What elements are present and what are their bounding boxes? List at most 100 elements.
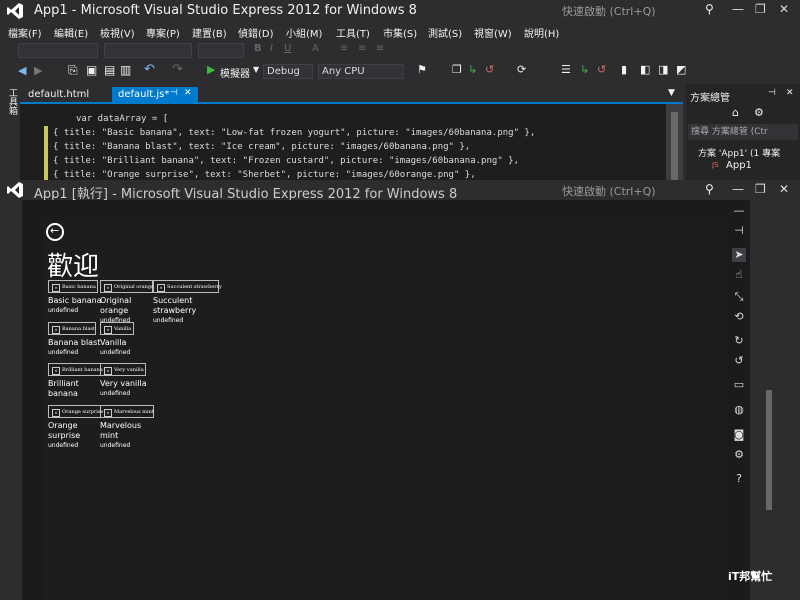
item-title: Marvelous mint [100, 421, 142, 440]
italic-icon[interactable]: I [270, 43, 273, 54]
quick-launch-input[interactable]: 快速啟動 (Ctrl+Q) [562, 3, 717, 19]
back-nav-icon[interactable]: ◀ [18, 64, 26, 77]
platform-combo[interactable]: Any CPU [318, 64, 404, 79]
align-center-icon[interactable]: ≡ [358, 43, 366, 54]
configuration-combo[interactable]: Debug [263, 64, 313, 79]
bookmark-next-icon[interactable]: ◨ [658, 63, 668, 76]
rotation-touch-icon[interactable]: ⟲ [732, 310, 746, 324]
editor-scrollbar[interactable] [666, 104, 683, 180]
rotate-clockwise-icon[interactable]: ↻ [732, 334, 746, 348]
comment-icon[interactable]: ☰ [561, 63, 571, 76]
save-icon[interactable]: ▤ [104, 63, 115, 77]
close-button[interactable]: ✕ [779, 2, 789, 16]
font-combo[interactable] [104, 43, 192, 58]
bookmark-prev-icon[interactable]: ◧ [640, 63, 650, 76]
redo-icon[interactable]: ↷ [172, 62, 183, 77]
item-image: × Banana blast [48, 322, 96, 335]
pin-icon[interactable]: ⊣ [732, 224, 746, 238]
tab-close-icon[interactable]: ✕ [184, 88, 192, 98]
close-icon[interactable]: ✕ [786, 88, 794, 98]
item-image-alt: Orange surprise [62, 409, 104, 415]
underline-icon[interactable]: U [284, 43, 291, 54]
menu-edit[interactable]: 編輯(E) [54, 25, 88, 40]
pinch-zoom-icon[interactable]: ⤡ [732, 290, 746, 304]
item-image-alt: Brilliant banana [62, 367, 103, 373]
solution-tree-item[interactable]: 方案 'App1' (1 專案 [698, 146, 780, 159]
solution-explorer-panel: 方案總管 ⊣ ✕ ⌂ ⚙ 搜尋 方案總管 (Ctr 方案 'App1' (1 專… [686, 84, 800, 184]
tab-overflow-icon[interactable]: ▼ [668, 88, 675, 98]
refresh-icon[interactable]: ⟳ [517, 63, 526, 76]
touch-mode-icon[interactable]: ☝ [732, 268, 746, 282]
tab-default-html[interactable]: default.html [22, 87, 95, 103]
camera-icon[interactable]: ◙ [732, 428, 746, 442]
item-title: Succulent strawberry [153, 296, 197, 315]
menu-team[interactable]: 小組(M) [286, 25, 322, 40]
bookmark-icon[interactable]: ▮ [621, 63, 627, 76]
home-icon[interactable]: ⌂ [732, 106, 739, 119]
scroll-thumb[interactable] [671, 112, 678, 180]
step-into-icon[interactable]: ↳ [468, 63, 477, 76]
item-subtitle: undefined [100, 390, 131, 397]
step-over-icon[interactable]: ↺ [485, 63, 494, 76]
close-button[interactable]: ✕ [779, 182, 789, 196]
size-combo[interactable] [198, 43, 244, 58]
new-project-icon[interactable]: ⎘ [68, 63, 78, 78]
save-all-icon[interactable]: ▥ [120, 63, 131, 77]
help-icon[interactable]: ? [732, 472, 746, 486]
minimize-button[interactable]: — [732, 2, 744, 16]
location-globe-icon[interactable]: ◍ [732, 403, 746, 417]
menu-file[interactable]: 檔案(F) [8, 25, 42, 40]
code-line: { title: "Orange surprise", text: "Sherb… [53, 170, 476, 180]
forward-nav-icon[interactable]: ▶ [34, 64, 42, 77]
open-file-icon[interactable]: ▣ [86, 63, 97, 77]
item-image: × Succulent strawberry [153, 280, 222, 293]
minimize-icon[interactable]: — [732, 204, 746, 218]
menu-tools[interactable]: 工具(T) [336, 25, 370, 40]
back-button[interactable]: ← [46, 223, 64, 241]
new-file-icon[interactable]: ❐ [452, 63, 462, 76]
chevron-down-icon[interactable]: ▼ [253, 65, 259, 74]
undo-icon[interactable]: ↶ [144, 62, 155, 77]
item-subtitle: undefined [48, 442, 79, 449]
gear-icon[interactable]: ⚙ [732, 448, 746, 462]
menu-store[interactable]: 市集(S) [383, 25, 417, 40]
search-icon[interactable]: ⚲ [705, 2, 714, 16]
minimize-button[interactable]: — [732, 182, 744, 196]
menu-build[interactable]: 建置(B) [192, 25, 227, 40]
settings-icon[interactable]: ⚙ [754, 106, 764, 119]
menu-help[interactable]: 說明(H) [524, 25, 559, 40]
font-color-icon[interactable]: A [312, 43, 319, 54]
menu-window[interactable]: 視窗(W) [474, 25, 512, 40]
menu-debug[interactable]: 偵錯(D) [238, 25, 274, 40]
broken-image-icon: × [104, 284, 112, 292]
style-combo[interactable] [18, 43, 98, 58]
outdent-icon[interactable]: ↺ [597, 63, 606, 76]
quick-launch-input[interactable]: 快速啟動 (Ctrl+Q) [562, 183, 656, 199]
code-editor[interactable]: var dataArray = [ { title: "Basic banana… [20, 104, 666, 184]
maximize-button[interactable]: ❐ [755, 2, 766, 16]
resolution-icon[interactable]: ▭ [732, 378, 746, 392]
uncomment-icon[interactable]: ↳ [580, 63, 589, 76]
rotate-counterclockwise-icon[interactable]: ↺ [732, 354, 746, 368]
align-left-icon[interactable]: ≡ [340, 43, 348, 54]
run-target-label[interactable]: 模擬器 [220, 65, 250, 80]
align-right-icon[interactable]: ≡ [376, 43, 384, 54]
menu-view[interactable]: 檢視(V) [100, 25, 135, 40]
bookmark-clear-icon[interactable]: ◩ [676, 63, 686, 76]
solution-search-input[interactable]: 搜尋 方案總管 (Ctr [688, 124, 798, 140]
broken-image-icon: × [157, 284, 165, 292]
maximize-button[interactable]: ❐ [755, 182, 766, 196]
pin-icon[interactable]: ⊣ [170, 88, 178, 98]
toolbox-rail[interactable]: 工具箱 [0, 84, 20, 180]
menu-test[interactable]: 測試(S) [428, 25, 462, 40]
visual-studio-logo-icon [7, 182, 23, 198]
pin-icon[interactable]: ⊣ [768, 88, 776, 98]
search-icon[interactable]: ⚲ [705, 182, 714, 196]
browser-link-icon[interactable]: ⚑ [417, 63, 427, 76]
project-tree-item[interactable]: App1 [726, 160, 752, 171]
bold-icon[interactable]: B [254, 43, 262, 54]
pointer-mode-icon[interactable]: ➤ [732, 248, 746, 262]
run-icon[interactable]: ▶ [207, 63, 215, 76]
menu-project[interactable]: 專案(P) [146, 25, 180, 40]
broken-image-icon: × [104, 326, 112, 334]
